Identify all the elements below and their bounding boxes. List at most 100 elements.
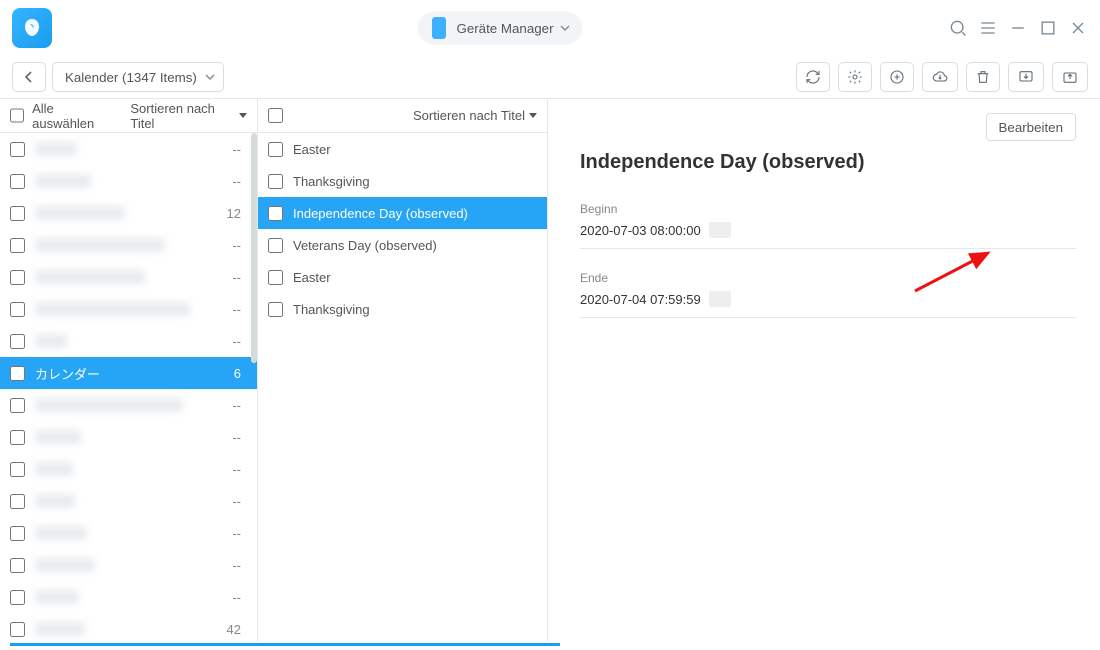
item-count: --: [232, 174, 247, 189]
item-checkbox[interactable]: [10, 622, 25, 637]
breadcrumb-label: Kalender (1347 Items): [65, 70, 197, 85]
event-title: Independence Day (observed): [580, 151, 1076, 174]
settings-button[interactable]: [838, 62, 872, 92]
calendar-list-item[interactable]: --: [0, 389, 257, 421]
sort-label: Sortieren nach Titel: [130, 101, 235, 131]
close-icon[interactable]: [1068, 18, 1088, 38]
item-count: --: [232, 398, 247, 413]
sort-button-mid[interactable]: Sortieren nach Titel: [413, 108, 537, 123]
export-button[interactable]: [1052, 62, 1088, 92]
item-checkbox[interactable]: [10, 366, 25, 381]
item-checkbox[interactable]: [10, 590, 25, 605]
item-checkbox[interactable]: [10, 334, 25, 349]
minimize-icon[interactable]: [1008, 18, 1028, 38]
calendar-list-item[interactable]: カレンダー 6: [0, 357, 257, 389]
item-label-obscured: [35, 462, 73, 476]
triangle-down-icon: [239, 113, 247, 118]
item-label-obscured: [35, 398, 183, 412]
calendar-list-item[interactable]: --: [0, 549, 257, 581]
item-checkbox[interactable]: [10, 270, 25, 285]
maximize-icon[interactable]: [1038, 18, 1058, 38]
event-list-item[interactable]: Veterans Day (observed): [258, 229, 547, 261]
item-count: --: [232, 270, 247, 285]
event-list-item[interactable]: Independence Day (observed): [258, 197, 547, 229]
selection-underline: [10, 643, 560, 646]
item-count: 12: [227, 206, 247, 221]
item-count: --: [232, 142, 247, 157]
item-checkbox[interactable]: [268, 302, 283, 317]
select-all-checkbox[interactable]: [10, 108, 24, 123]
item-checkbox[interactable]: [10, 302, 25, 317]
event-list-item[interactable]: Thanksgiving: [258, 293, 547, 325]
item-count: --: [232, 238, 247, 253]
sort-button-left[interactable]: Sortieren nach Titel: [130, 101, 247, 131]
calendar-list-item[interactable]: --: [0, 581, 257, 613]
item-count: --: [232, 462, 247, 477]
item-checkbox[interactable]: [10, 398, 25, 413]
calendar-list-item[interactable]: --: [0, 517, 257, 549]
item-checkbox[interactable]: [10, 494, 25, 509]
calendar-list-item[interactable]: --: [0, 453, 257, 485]
calendar-list-item[interactable]: --: [0, 293, 257, 325]
item-checkbox[interactable]: [10, 430, 25, 445]
item-checkbox[interactable]: [10, 558, 25, 573]
search-icon[interactable]: [948, 18, 968, 38]
calendar-list-item[interactable]: --: [0, 133, 257, 165]
value-swatch: [709, 222, 731, 238]
calendar-list-item[interactable]: --: [0, 229, 257, 261]
item-checkbox[interactable]: [268, 270, 283, 285]
item-label-obscured: [35, 558, 95, 572]
item-checkbox[interactable]: [10, 206, 25, 221]
item-checkbox[interactable]: [10, 238, 25, 253]
item-checkbox[interactable]: [268, 238, 283, 253]
calendar-list-item[interactable]: --: [0, 165, 257, 197]
menu-icon[interactable]: [978, 18, 998, 38]
item-checkbox[interactable]: [10, 142, 25, 157]
item-label-obscured: [35, 622, 85, 636]
events-list-panel: Sortieren nach Titel EasterThanksgivingI…: [258, 99, 548, 642]
cloud-sync-button[interactable]: [922, 62, 958, 92]
device-manager-dropdown[interactable]: Geräte Manager: [418, 11, 581, 45]
detail-field: Ende2020-07-04 07:59:59: [580, 271, 1076, 318]
delete-button[interactable]: [966, 62, 1000, 92]
event-label: Thanksgiving: [293, 302, 370, 317]
event-label: Easter: [293, 142, 331, 157]
event-list-item[interactable]: Thanksgiving: [258, 165, 547, 197]
calendar-list-item[interactable]: --: [0, 325, 257, 357]
item-label-obscured: [35, 430, 81, 444]
calendar-list-item[interactable]: --: [0, 421, 257, 453]
calendar-list-item[interactable]: --: [0, 261, 257, 293]
calendar-list-item[interactable]: 12: [0, 197, 257, 229]
app-logo[interactable]: [12, 8, 52, 48]
event-list-item[interactable]: Easter: [258, 261, 547, 293]
item-checkbox[interactable]: [268, 142, 283, 157]
breadcrumb: Kalender (1347 Items): [12, 62, 224, 92]
field-label: Beginn: [580, 202, 1076, 216]
refresh-button[interactable]: [796, 62, 830, 92]
item-label-obscured: [35, 270, 145, 284]
scrollbar[interactable]: [251, 133, 257, 363]
import-button[interactable]: [1008, 62, 1044, 92]
back-button[interactable]: [12, 62, 46, 92]
item-label: カレンダー: [35, 364, 100, 383]
calendar-list-item[interactable]: 42: [0, 613, 257, 642]
item-count: --: [232, 302, 247, 317]
calendar-list-item[interactable]: --: [0, 485, 257, 517]
select-all-events-checkbox[interactable]: [268, 108, 283, 123]
item-label-obscured: [35, 238, 165, 252]
detail-field: Beginn2020-07-03 08:00:00: [580, 202, 1076, 249]
item-checkbox[interactable]: [268, 174, 283, 189]
phone-icon: [432, 17, 446, 39]
add-button[interactable]: [880, 62, 914, 92]
item-count: --: [232, 526, 247, 541]
item-count: 6: [234, 366, 247, 381]
item-label-obscured: [35, 142, 77, 156]
edit-button[interactable]: Bearbeiten: [986, 113, 1076, 141]
item-count: 42: [227, 622, 247, 637]
item-checkbox[interactable]: [268, 206, 283, 221]
category-dropdown[interactable]: Kalender (1347 Items): [52, 62, 224, 92]
event-list-item[interactable]: Easter: [258, 133, 547, 165]
item-checkbox[interactable]: [10, 462, 25, 477]
item-checkbox[interactable]: [10, 174, 25, 189]
item-checkbox[interactable]: [10, 526, 25, 541]
